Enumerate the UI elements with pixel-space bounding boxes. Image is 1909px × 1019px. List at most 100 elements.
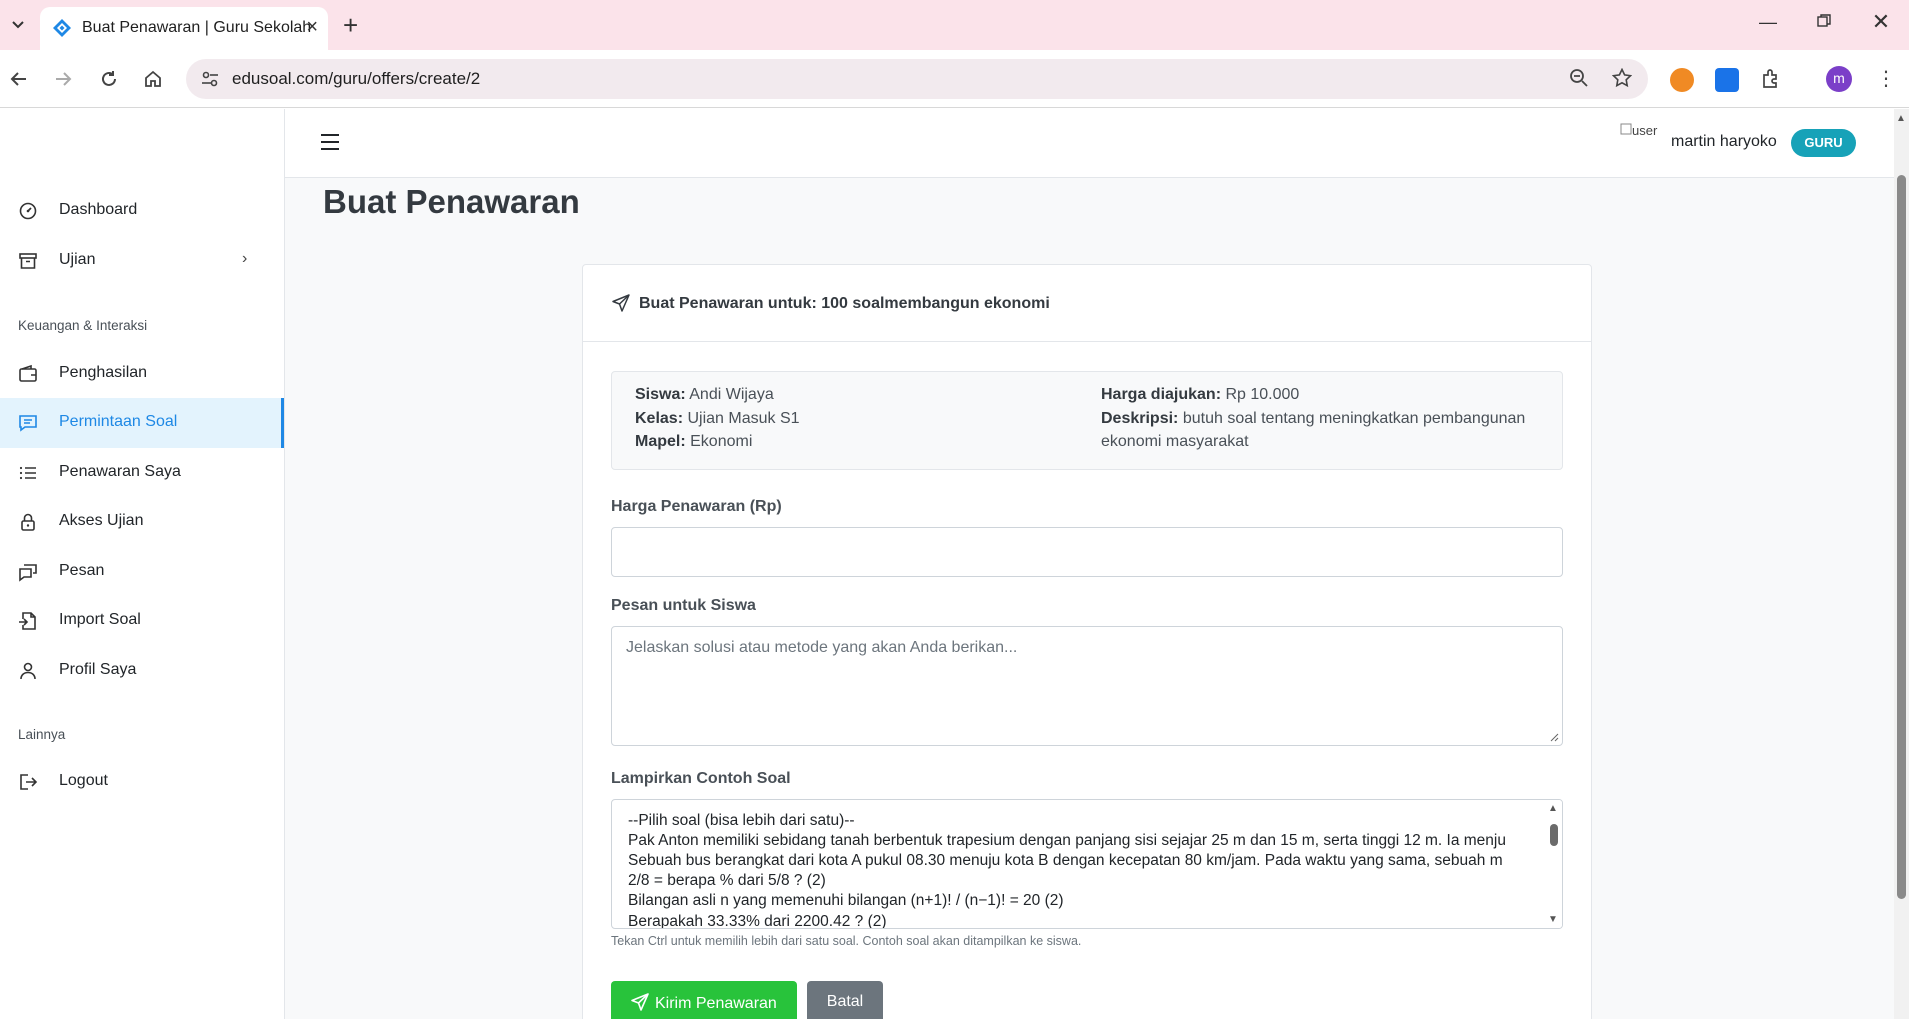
message-textarea[interactable]: Jelaskan solusi atau metode yang akan An…	[611, 626, 1563, 746]
sidebar-section-heading: Keuangan & Interaksi	[18, 318, 148, 333]
home-button[interactable]	[138, 64, 168, 94]
sidebar-item-label: Penghasilan	[59, 364, 148, 381]
message-label: Pesan untuk Siswa	[611, 597, 756, 614]
select-option[interactable]: Sebuah bus berangkat dari kota A pukul 0…	[628, 851, 1503, 871]
sidebar-item-label: Permintaan Soal	[59, 413, 178, 430]
sidebar-item-label: Pesan	[59, 562, 105, 579]
reload-button[interactable]	[94, 64, 124, 94]
gauge-icon	[19, 202, 37, 220]
tab-search-button[interactable]	[4, 12, 32, 38]
user-icon	[20, 662, 36, 680]
arrow-right-icon	[56, 72, 72, 86]
edusoal-logo-icon	[53, 19, 71, 37]
zoom-out-icon	[1570, 69, 1588, 87]
address-bar[interactable]: edusoal.com/guru/offers/create/2	[186, 59, 1648, 99]
resize-handle-icon[interactable]	[1549, 732, 1559, 742]
wallet-icon	[19, 364, 37, 382]
url-text: edusoal.com/guru/offers/create/2	[232, 69, 481, 88]
close-window-button[interactable]: ✕	[1869, 9, 1893, 35]
price-label: Harga Penawaran (Rp)	[611, 498, 782, 515]
main-content: user martin haryoko GURU Buat Penawaran …	[285, 109, 1894, 1019]
archive-icon	[19, 253, 37, 269]
info-siswa: Siswa: Andi Wijaya	[635, 386, 774, 403]
select-option[interactable]: Berapakah 33.33% dari 2200.42 ? (2)	[628, 912, 887, 928]
attach-help-text: Tekan Ctrl untuk memilih lebih dari satu…	[611, 934, 1082, 948]
puzzle-icon	[1763, 69, 1777, 88]
broken-image-icon	[1620, 123, 1632, 135]
card-title: Buat Penawaran untuk: 100 soalmembangun …	[639, 295, 1050, 312]
submit-offer-label: Kirim Penawaran	[655, 995, 777, 1012]
info-deskripsi: Deskripsi: butuh soal tentang meningkatk…	[1101, 410, 1526, 427]
page-scrollbar[interactable]: ▲	[1894, 109, 1909, 1019]
scroll-up-icon[interactable]: ▲	[1548, 803, 1558, 814]
reload-icon	[102, 71, 116, 86]
zoom-button[interactable]	[1568, 68, 1590, 90]
info-mapel: Mapel: Ekonomi	[635, 433, 753, 450]
sidebar: Dashboard Ujian › Keuangan & Interaksi P…	[0, 109, 285, 1019]
paper-plane-icon	[631, 993, 649, 1011]
sidebar-item-penawaran-saya[interactable]: Penawaran Saya	[0, 448, 284, 498]
back-button[interactable]	[4, 64, 34, 94]
browser-tab-active[interactable]: Buat Penawaran | Guru Sekolah ×	[40, 7, 328, 50]
sidebar-item-pesan[interactable]: Pesan	[0, 547, 284, 597]
info-kelas: Kelas: Ujian Masuk S1	[635, 410, 800, 427]
sidebar-section-heading: Lainnya	[18, 727, 66, 742]
site-settings-icon[interactable]	[200, 69, 220, 89]
request-info-box: Siswa: Andi Wijaya Kelas: Ujian Masuk S1…	[611, 371, 1563, 470]
tab-close-icon[interactable]: ×	[306, 16, 318, 38]
hamburger-menu-icon[interactable]	[321, 134, 339, 150]
forward-button[interactable]	[48, 64, 78, 94]
select-scrollbar[interactable]: ▲ ▼	[1545, 800, 1562, 928]
scroll-down-icon[interactable]: ▼	[1548, 914, 1558, 925]
page-scroll-thumb[interactable]	[1897, 175, 1906, 899]
paper-plane-icon	[612, 294, 630, 312]
sidebar-item-label: Ujian	[59, 251, 96, 268]
page-title: Buat Penawaran	[323, 183, 580, 220]
list-icon	[19, 466, 36, 480]
tab-title: Buat Penawaran | Guru Sekolah	[82, 19, 312, 36]
select-option[interactable]: 2/8 = berapa % dari 5/8 ? (2)	[628, 871, 826, 891]
select-option[interactable]: Bilangan asli n yang memenuhi bilangan (…	[628, 891, 1064, 911]
logout-icon	[20, 774, 38, 790]
sample-questions-multiselect[interactable]: --Pilih soal (bisa lebih dari satu)-- Pa…	[611, 799, 1563, 929]
browser-toolbar: edusoal.com/guru/offers/create/2 m ⋮	[0, 50, 1909, 108]
scroll-up-icon[interactable]: ▲	[1896, 113, 1906, 124]
message-icon	[19, 564, 37, 582]
bookmark-button[interactable]	[1611, 67, 1633, 90]
profile-avatar[interactable]: m	[1826, 66, 1852, 92]
minimize-button[interactable]: —	[1756, 12, 1780, 33]
extension-orange-icon[interactable]	[1670, 68, 1694, 92]
top-navbar: user martin haryoko GURU	[285, 109, 1894, 178]
sidebar-item-ujian[interactable]: Ujian ›	[0, 236, 284, 286]
card-header: Buat Penawaran untuk: 100 soalmembangun …	[583, 265, 1591, 342]
sidebar-item-permintaan-soal[interactable]: Permintaan Soal	[0, 398, 284, 448]
price-input[interactable]	[611, 527, 1563, 577]
submit-offer-button[interactable]: Kirim Penawaran	[611, 981, 797, 1019]
select-scroll-thumb[interactable]	[1550, 824, 1558, 846]
star-icon	[1611, 67, 1633, 88]
sidebar-item-profil-saya[interactable]: Profil Saya	[0, 646, 284, 696]
info-deskripsi-cont: ekonomi masyarakat	[1101, 433, 1249, 450]
select-option[interactable]: --Pilih soal (bisa lebih dari satu)--	[628, 811, 855, 831]
extension-blue-icon[interactable]	[1715, 68, 1739, 92]
restore-button[interactable]	[1812, 12, 1836, 33]
sidebar-item-dashboard[interactable]: Dashboard	[0, 186, 284, 236]
sidebar-item-label: Akses Ujian	[59, 512, 144, 529]
sidebar-item-label: Penawaran Saya	[59, 463, 181, 480]
user-name[interactable]: martin haryoko	[1671, 133, 1777, 151]
select-option[interactable]: Pak Anton memiliki sebidang tanah berben…	[628, 831, 1506, 851]
attach-label: Lampirkan Contoh Soal	[611, 770, 791, 787]
message-placeholder: Jelaskan solusi atau metode yang akan An…	[626, 639, 1018, 656]
cancel-button[interactable]: Batal	[807, 981, 883, 1019]
sidebar-item-logout[interactable]: Logout	[0, 757, 284, 807]
file-import-icon	[19, 612, 36, 630]
browser-menu-icon[interactable]: ⋮	[1876, 66, 1896, 91]
sidebar-item-akses-ujian[interactable]: Akses Ujian	[0, 497, 284, 547]
sidebar-item-import-soal[interactable]: Import Soal	[0, 596, 284, 646]
sidebar-item-penghasilan[interactable]: Penghasilan	[0, 349, 284, 399]
sidebar-item-label: Logout	[59, 772, 108, 789]
lock-icon	[21, 513, 35, 531]
new-tab-button[interactable]: +	[343, 10, 358, 40]
offer-form-card: Buat Penawaran untuk: 100 soalmembangun …	[582, 264, 1592, 1019]
extensions-puzzle-icon[interactable]	[1760, 68, 1784, 92]
